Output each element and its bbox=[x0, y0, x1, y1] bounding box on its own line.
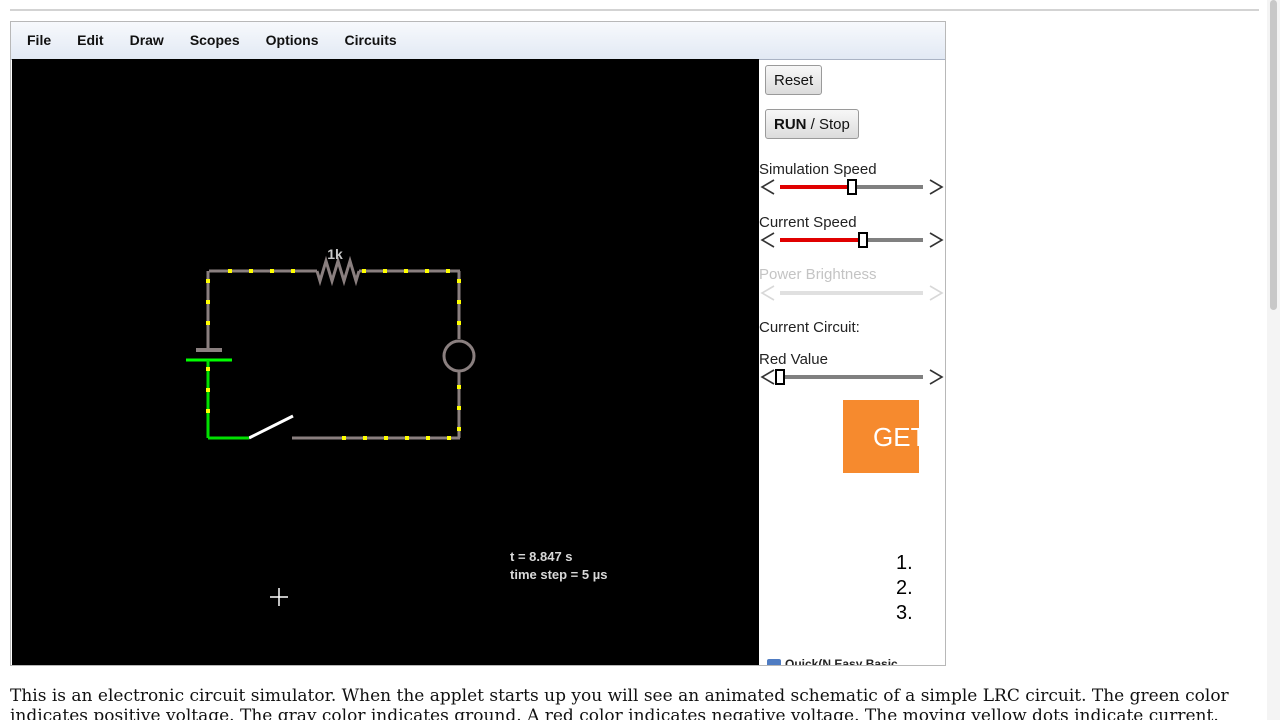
current-dot bbox=[457, 427, 461, 431]
current-dots bbox=[206, 269, 461, 440]
quick-link-text: Quick(N Easy Basic bbox=[785, 657, 898, 666]
current-dot bbox=[342, 436, 346, 440]
current-dot bbox=[249, 269, 253, 273]
stop-label: / Stop bbox=[806, 115, 850, 133]
control-sidebar: Reset RUN / Stop Simulation Speed Curren… bbox=[759, 59, 945, 666]
current-dot bbox=[425, 269, 429, 273]
current-speed-label: Current Speed bbox=[759, 214, 857, 231]
slider-thumb[interactable] bbox=[775, 369, 785, 385]
red-value-label: Red Value bbox=[759, 351, 828, 368]
run-label: RUN bbox=[774, 115, 807, 133]
description-paragraph: This is an electronic circuit simulator.… bbox=[10, 686, 1229, 720]
current-dot bbox=[457, 385, 461, 389]
current-dot bbox=[363, 436, 367, 440]
current-dot bbox=[206, 300, 210, 304]
page-scrollbar[interactable] bbox=[1267, 0, 1280, 720]
slider-left-arrow-icon[interactable] bbox=[760, 178, 776, 196]
resistor-symbol[interactable] bbox=[315, 255, 361, 287]
slider-right-arrow-icon[interactable] bbox=[928, 368, 944, 386]
time-readout: t = 8.847 s bbox=[510, 549, 573, 564]
run-stop-button[interactable]: RUN / Stop bbox=[765, 109, 859, 139]
current-dot bbox=[206, 367, 210, 371]
current-dot bbox=[362, 269, 366, 273]
slider-track[interactable] bbox=[775, 369, 923, 385]
circuit-schematic[interactable]: 1k bbox=[12, 59, 759, 666]
circuit-simulator-app: File Edit Draw Scopes Options Circuits 1… bbox=[10, 21, 946, 666]
slider-thumb[interactable] bbox=[857, 232, 868, 248]
menu-circuits[interactable]: Circuits bbox=[332, 22, 410, 59]
current-dot bbox=[457, 321, 461, 325]
slider-thumb[interactable] bbox=[846, 179, 857, 195]
menu-edit[interactable]: Edit bbox=[64, 22, 116, 59]
slider-right-arrow-icon bbox=[929, 285, 944, 301]
current-dot bbox=[405, 436, 409, 440]
slider-fill bbox=[780, 185, 852, 189]
slider-fill bbox=[780, 238, 863, 242]
reset-button[interactable]: Reset bbox=[765, 65, 823, 95]
menu-options[interactable]: Options bbox=[253, 22, 332, 59]
current-dot bbox=[206, 279, 210, 283]
quick-link-icon bbox=[767, 659, 781, 665]
time-step-readout: time step = 5 µs bbox=[510, 567, 608, 582]
ad-banner[interactable]: GET bbox=[843, 400, 919, 473]
current-dot bbox=[270, 269, 274, 273]
slider-right-arrow-icon[interactable] bbox=[928, 178, 944, 196]
current-speed-slider[interactable] bbox=[759, 231, 945, 249]
current-dot bbox=[206, 388, 210, 392]
current-dot bbox=[206, 409, 210, 413]
numbered-list: 1. 2. 3. bbox=[896, 551, 919, 626]
menu-scopes[interactable]: Scopes bbox=[177, 22, 253, 59]
menu-file[interactable]: File bbox=[11, 22, 64, 59]
circuit-canvas[interactable]: 1k t = 8.847 s time step = 5 µs bbox=[12, 59, 759, 666]
top-divider bbox=[10, 9, 1259, 11]
slider-track[interactable] bbox=[780, 232, 923, 248]
slider-right-arrow-icon[interactable] bbox=[928, 231, 944, 249]
current-dot bbox=[206, 321, 210, 325]
slider-left-arrow-icon[interactable] bbox=[760, 368, 776, 386]
current-dot bbox=[291, 269, 295, 273]
menu-bar: File Edit Draw Scopes Options Circuits bbox=[11, 22, 945, 60]
slider-track bbox=[780, 291, 923, 295]
scrollbar-thumb[interactable] bbox=[1270, 0, 1277, 310]
ad-text: GET bbox=[873, 422, 919, 452]
power-brightness-slider bbox=[759, 284, 945, 302]
current-dot bbox=[384, 436, 388, 440]
current-dot bbox=[457, 300, 461, 304]
list-item: 3. bbox=[896, 602, 913, 624]
current-dot bbox=[228, 269, 232, 273]
current-dot bbox=[426, 436, 430, 440]
slider-left-arrow-icon[interactable] bbox=[760, 231, 776, 249]
slider-left-arrow-icon bbox=[760, 285, 775, 301]
power-brightness-label: Power Brightness bbox=[759, 266, 877, 283]
resistor-label: 1k bbox=[327, 246, 343, 262]
current-dot bbox=[383, 269, 387, 273]
switch-symbol[interactable] bbox=[248, 414, 294, 440]
simulation-speed-label: Simulation Speed bbox=[759, 161, 877, 178]
current-dot bbox=[457, 279, 461, 283]
simulation-speed-slider[interactable] bbox=[759, 178, 945, 196]
current-dot bbox=[447, 436, 451, 440]
current-circuit-label: Current Circuit: bbox=[759, 319, 860, 336]
slider-track[interactable] bbox=[780, 179, 923, 195]
list-item: 2. bbox=[896, 577, 913, 599]
red-value-slider[interactable] bbox=[759, 368, 945, 386]
menu-draw[interactable]: Draw bbox=[117, 22, 177, 59]
current-dot bbox=[446, 269, 450, 273]
current-dot bbox=[457, 406, 461, 410]
list-item: 1. bbox=[896, 552, 913, 574]
lamp-symbol[interactable] bbox=[442, 339, 476, 373]
current-dot bbox=[404, 269, 408, 273]
quick-link-bar[interactable]: Quick(N Easy Basic bbox=[767, 657, 919, 666]
